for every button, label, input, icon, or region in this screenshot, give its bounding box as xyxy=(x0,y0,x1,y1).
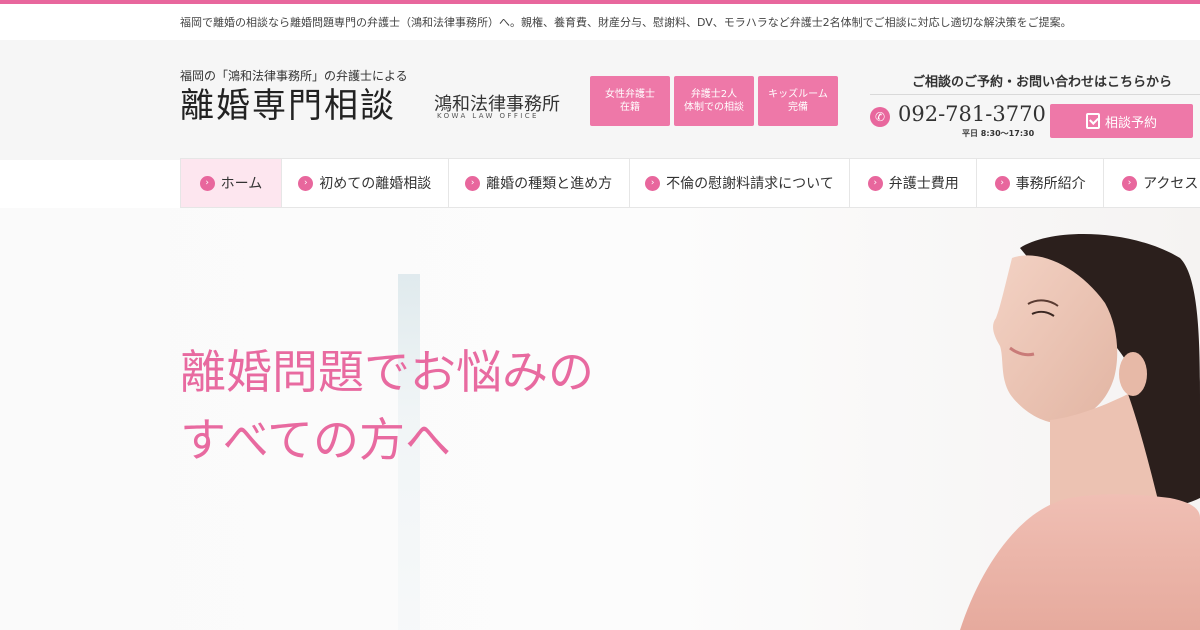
nav-item-label: アクセス xyxy=(1143,176,1199,192)
nav-item-label: 初めての離婚相談 xyxy=(319,176,432,192)
badge-line: 在籍 xyxy=(620,102,640,113)
badge-two-lawyers: 弁護士2人 体制での相談 xyxy=(674,76,754,126)
chevron-right-circle-icon: › xyxy=(1122,175,1138,191)
badge-line: 完備 xyxy=(788,102,808,113)
nav-item-label: 不倫の慰謝料請求について xyxy=(666,176,834,192)
top-strip: 福岡で離婚の相談なら離婚問題専門の弁護士（鴻和法律事務所）へ。親権、養育費、財産… xyxy=(0,4,1200,40)
nav-item-label: 事務所紹介 xyxy=(1015,176,1086,192)
contact-title: ご相談のご予約・お問い合わせはこちらから xyxy=(912,75,1173,90)
nav-item-label: ホーム xyxy=(220,176,263,192)
nav-item-home[interactable]: › ホーム xyxy=(181,159,282,207)
hero-headline-line1: 離婚問題でお悩みの xyxy=(180,345,594,399)
nav-item-fees[interactable]: › 弁護士費用 xyxy=(850,159,978,207)
phone-icon: ✆ xyxy=(870,107,890,127)
chevron-right-circle-icon: › xyxy=(994,175,1010,191)
badge-female-lawyer: 女性弁護士 在籍 xyxy=(590,76,670,126)
badge-kids-room: キッズルーム 完備 xyxy=(758,76,838,126)
contact-divider xyxy=(870,94,1200,95)
chevron-right-circle-icon: › xyxy=(298,175,314,191)
chevron-right-circle-icon: › xyxy=(199,175,215,191)
nav-item-about[interactable]: › 事務所紹介 xyxy=(977,159,1105,207)
chevron-right-circle-icon: › xyxy=(645,175,661,191)
badge-line: 体制での相談 xyxy=(684,102,744,113)
nav-item-affair-compensation[interactable]: › 不倫の慰謝料請求について xyxy=(630,159,851,207)
chevron-right-circle-icon: › xyxy=(465,175,481,191)
badge-line: 弁護士2人 xyxy=(690,89,738,100)
badge-line: 女性弁護士 xyxy=(605,89,655,100)
hero-headline-line2: すべての方へ xyxy=(180,413,451,467)
firm-name-english: KOWA LAW OFFICE xyxy=(437,112,539,120)
badge-line: キッズルーム xyxy=(768,89,828,100)
clipboard-check-icon xyxy=(1085,113,1100,129)
phone-number[interactable]: 092-781-3770 xyxy=(898,102,1046,126)
site-tagline: 福岡で離婚の相談なら離婚問題専門の弁護士（鴻和法律事務所）へ。親権、養育費、財産… xyxy=(180,16,1072,29)
nav-item-label: 離婚の種類と進め方 xyxy=(486,176,613,192)
logo-title[interactable]: 離婚専門相談 xyxy=(180,84,396,128)
nav-item-access[interactable]: › アクセス xyxy=(1104,159,1200,207)
nav-item-label: 弁護士費用 xyxy=(888,176,959,192)
reserve-button-label: 相談予約 xyxy=(1104,115,1157,131)
hero-banner: 離婚問題でお悩みの すべての方へ xyxy=(0,208,1200,630)
nav-item-first-consultation[interactable]: › 初めての離婚相談 xyxy=(282,159,449,207)
hero-woman-image xyxy=(960,234,1200,630)
nav-item-divorce-types[interactable]: › 離婚の種類と進め方 xyxy=(449,159,630,207)
global-nav: › ホーム › 初めての離婚相談 › 離婚の種類と進め方 › 不倫の慰謝料請求に… xyxy=(180,158,1200,208)
phone-hours: 平日 8:30～17:30 xyxy=(962,129,1035,138)
logo-subtitle: 福岡の「鴻和法律事務所」の弁護士による xyxy=(180,69,408,83)
chevron-right-circle-icon: › xyxy=(867,175,883,191)
hero-headline: 離婚問題でお悩みの すべての方へ xyxy=(180,338,594,474)
reserve-button[interactable]: 相談予約 xyxy=(1050,104,1193,138)
